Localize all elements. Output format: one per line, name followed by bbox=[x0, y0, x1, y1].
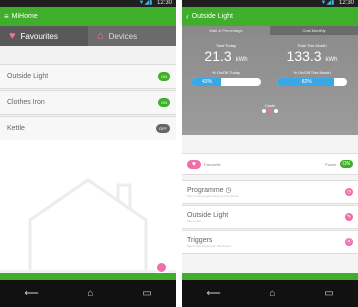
tab-bar: ♥ Favourites ⌂ Devices bbox=[0, 26, 176, 46]
signal-icon: ▼◢▮ bbox=[138, 0, 153, 6]
menu-item-rename[interactable]: Outside Light Tap to edit ✎ bbox=[182, 205, 358, 229]
clock-icon: ◷ bbox=[345, 188, 353, 196]
today-column: Total Today 21.3 kWh % On/Off Today 43% bbox=[186, 43, 266, 86]
house-sketch-icon bbox=[28, 178, 148, 270]
android-nav-bar: ⟵ ⌂ ▭ bbox=[0, 280, 176, 307]
back-chevron-icon[interactable]: ‹ bbox=[186, 12, 189, 21]
menu-icon[interactable]: ≡ bbox=[4, 12, 9, 21]
status-time: 12:30 bbox=[338, 0, 354, 6]
tab-favourites[interactable]: ♥ Favourites bbox=[0, 26, 88, 46]
page-dot[interactable] bbox=[262, 109, 266, 113]
trigger-icon: ⦿ bbox=[345, 238, 353, 246]
android-nav-bar: ⟵ ⌂ ▭ bbox=[182, 280, 358, 307]
app-bar: ‹ Outside Light bbox=[182, 7, 358, 26]
tab-devices[interactable]: ⌂ Devices bbox=[88, 26, 176, 46]
carousel-label: Costs bbox=[264, 103, 276, 108]
tab-favourites-label: Favourites bbox=[20, 31, 58, 41]
today-value: 21.3 bbox=[204, 48, 232, 64]
month-unit: kWh bbox=[325, 57, 338, 63]
tab-cost-monthly[interactable]: Cost Monthly bbox=[270, 26, 358, 35]
today-progress-bar: 43% bbox=[191, 78, 261, 86]
home-icon[interactable]: ⌂ bbox=[269, 288, 275, 299]
favourite-label: Favourite bbox=[204, 161, 221, 167]
status-time: 12:30 bbox=[156, 0, 172, 6]
device-menu: Programme ◷ Tap to edit programming for … bbox=[182, 180, 358, 254]
green-footer-strip bbox=[182, 273, 358, 280]
stats-tabs: Watt & Percentage Cost Monthly bbox=[182, 26, 358, 35]
device-name: Outside Light bbox=[7, 73, 49, 80]
house-illustration bbox=[0, 140, 176, 270]
recents-icon[interactable]: ▭ bbox=[324, 288, 333, 299]
today-progress-fill: 43% bbox=[191, 78, 222, 86]
month-column: Total This Month 133.3 kWh % On/Off This… bbox=[272, 43, 352, 86]
tab-watt-percentage[interactable]: Watt & Percentage bbox=[182, 26, 270, 35]
menu-item-programme[interactable]: Programme ◷ Tap to edit programming for … bbox=[182, 180, 358, 204]
signal-icon: ▼◢▮ bbox=[320, 0, 335, 6]
house-icon: ⌂ bbox=[97, 30, 104, 42]
device-controls: ♥ Favourite Power ON bbox=[182, 153, 358, 175]
today-unit: kWh bbox=[235, 57, 248, 63]
month-progress-bar: 82% bbox=[277, 78, 347, 86]
page-dot-active[interactable] bbox=[268, 109, 272, 113]
menu-subtitle: Tap to add triggers for this device bbox=[187, 243, 232, 248]
bottom-bar: ⟵ ⌂ ▭ bbox=[0, 273, 176, 307]
favourites-screen: ▼◢▮ 12:30 ≡ MiHome ♥ Favourites ⌂ Device… bbox=[0, 0, 176, 307]
device-title: Outside Light bbox=[191, 13, 233, 20]
pencil-icon: ✎ bbox=[345, 213, 353, 221]
heart-icon: ♥ bbox=[187, 159, 201, 169]
device-name: Clothes Iron bbox=[7, 99, 45, 106]
usage-stats-panel: Total Today 21.3 kWh % On/Off Today 43% … bbox=[182, 35, 358, 135]
app-title: MiHome bbox=[11, 13, 38, 20]
power-control: Power ON bbox=[325, 160, 353, 168]
bottom-bar: ⟵ ⌂ ▭ bbox=[182, 273, 358, 307]
power-toggle[interactable]: ON bbox=[339, 160, 353, 168]
menu-title: Outside Light bbox=[187, 211, 229, 219]
menu-subtitle: Tap to edit programming for this device bbox=[187, 194, 239, 198]
device-name: Kettle bbox=[7, 125, 25, 132]
device-row-kettle[interactable]: Kettle OFF bbox=[0, 116, 176, 141]
month-pct-label: % On/Off This Month bbox=[293, 70, 331, 75]
recents-icon[interactable]: ▭ bbox=[142, 288, 151, 299]
month-progress-fill: 82% bbox=[277, 78, 335, 86]
tab-devices-label: Devices bbox=[108, 31, 138, 41]
back-icon[interactable]: ⟵ bbox=[24, 288, 38, 299]
power-toggle[interactable]: ON bbox=[158, 72, 170, 81]
device-row-outside-light[interactable]: Outside Light ON bbox=[0, 64, 176, 89]
device-row-clothes-iron[interactable]: Clothes Iron ON bbox=[0, 90, 176, 115]
device-list: Outside Light ON Clothes Iron ON Kettle … bbox=[0, 64, 176, 141]
green-footer-strip bbox=[0, 273, 176, 280]
page-dot[interactable] bbox=[274, 109, 278, 113]
power-toggle[interactable]: OFF bbox=[156, 124, 170, 133]
menu-title: Programme bbox=[187, 187, 224, 194]
app-bar: ≡ MiHome bbox=[0, 7, 176, 26]
back-icon[interactable]: ⟵ bbox=[206, 288, 220, 299]
status-bar: ▼◢▮ 12:30 bbox=[0, 0, 176, 7]
menu-item-triggers[interactable]: Triggers Tap to add triggers for this de… bbox=[182, 230, 358, 254]
menu-title: Triggers bbox=[187, 236, 213, 244]
power-toggle[interactable]: ON bbox=[158, 98, 170, 107]
device-detail-screen: ▼◢▮ 12:30 ‹ Outside Light Watt & Percent… bbox=[182, 0, 358, 307]
power-label: Power bbox=[325, 161, 337, 167]
favourite-toggle[interactable]: ♥ Favourite bbox=[187, 159, 221, 169]
today-pct-label: % On/Off Today bbox=[211, 70, 241, 75]
menu-subtitle: Tap to edit bbox=[187, 218, 201, 223]
carousel-pager: Costs bbox=[182, 103, 358, 114]
status-bar: ▼◢▮ 12:30 bbox=[182, 0, 358, 7]
home-icon[interactable]: ⌂ bbox=[87, 288, 93, 299]
clock-icon: ◷ bbox=[225, 187, 232, 194]
month-value: 133.3 bbox=[286, 48, 322, 64]
heart-icon: ♥ bbox=[9, 30, 16, 42]
